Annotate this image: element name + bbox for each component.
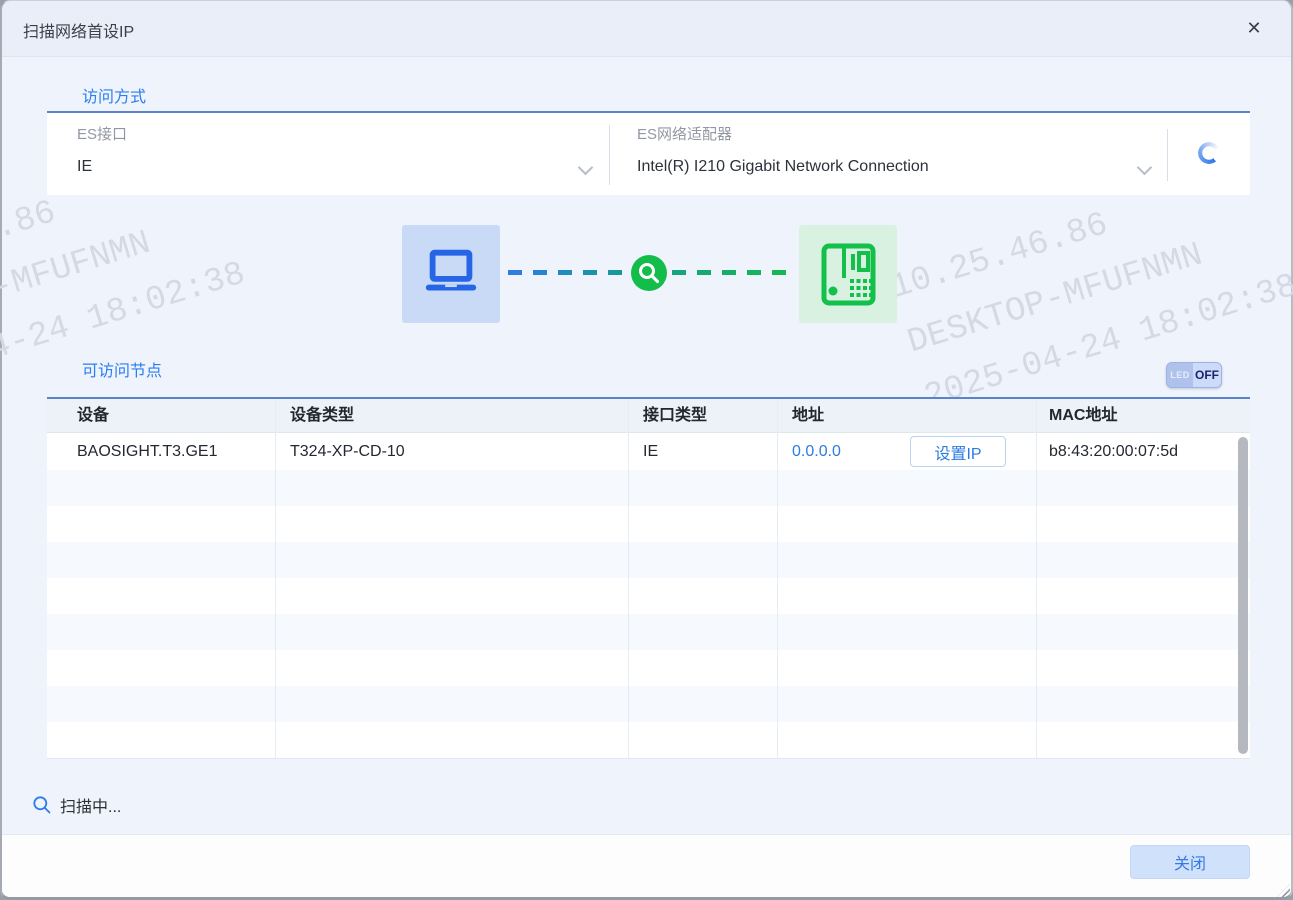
chevron-down-icon <box>1137 160 1153 176</box>
cell-mac: b8:43:20:00:07:5d <box>1049 433 1178 470</box>
close-button[interactable]: 关闭 <box>1130 845 1250 879</box>
divider <box>1167 129 1168 181</box>
dialog-footer: 关闭 <box>2 834 1291 897</box>
led-toggle[interactable]: LED OFF <box>1166 362 1222 388</box>
table-empty-row <box>47 542 1250 578</box>
divider <box>609 125 610 185</box>
table-empty-row <box>47 722 1250 758</box>
watermark-line: 2025-04-24 18:02:38 <box>0 247 253 415</box>
column-divider <box>275 399 276 758</box>
column-divider <box>1036 399 1037 758</box>
es-interface-value: IE <box>77 158 92 176</box>
es-adapter-label: ES网络适配器 <box>637 123 732 144</box>
table-empty-row <box>47 506 1250 542</box>
close-icon[interactable]: ✕ <box>1241 15 1267 41</box>
col-header-address: 地址 <box>792 399 824 433</box>
cell-interface: IE <box>643 433 658 470</box>
cell-address-link[interactable]: 0.0.0.0 <box>792 433 841 470</box>
column-divider <box>777 399 778 758</box>
accessible-nodes-section-title: 可访问节点 <box>82 357 162 381</box>
table-empty-row <box>47 686 1250 722</box>
table-empty-row <box>47 578 1250 614</box>
col-header-type: 设备类型 <box>290 399 354 433</box>
table-empty-row <box>47 650 1250 686</box>
table-empty-row <box>47 470 1250 506</box>
plc-device-icon <box>816 242 880 306</box>
nodes-table: 设备 设备类型 接口类型 地址 MAC地址 BAOSIGHT.T3.GE1 T3… <box>47 397 1250 759</box>
chevron-down-icon <box>578 160 594 176</box>
table-scrollbar[interactable] <box>1238 437 1248 754</box>
col-header-interface: 接口类型 <box>643 399 707 433</box>
laptop-icon <box>420 243 482 305</box>
column-divider <box>628 399 629 758</box>
led-toggle-state: OFF <box>1193 363 1221 387</box>
led-toggle-label: LED <box>1167 363 1193 387</box>
remote-device-tile <box>799 225 897 323</box>
dialog-titlebar: 扫描网络首设IP ✕ <box>2 1 1291 57</box>
connection-dashes-right <box>672 270 793 275</box>
screen: 10.25.46.86 DESKTOP-MFUFNMN 2025-04-24 1… <box>0 0 1293 900</box>
local-computer-tile <box>402 225 500 323</box>
access-method-section-title: 访问方式 <box>82 83 146 107</box>
set-ip-button[interactable]: 设置IP <box>910 436 1006 467</box>
table-empty-row <box>47 614 1250 650</box>
scanning-spinner-icon <box>1198 142 1220 164</box>
table-header: 设备 设备类型 接口类型 地址 MAC地址 <box>47 399 1250 433</box>
table-row[interactable]: BAOSIGHT.T3.GE1 T324-XP-CD-10 IE 0.0.0.0… <box>47 433 1250 470</box>
scan-search-icon <box>631 255 667 291</box>
watermark-line: DESKTOP-MFUFNMN <box>0 192 236 360</box>
search-icon <box>32 795 52 815</box>
scan-status: 扫描中... <box>32 793 121 817</box>
col-header-mac: MAC地址 <box>1049 399 1117 433</box>
dialog-title: 扫描网络首设IP <box>23 18 134 42</box>
cell-device: BAOSIGHT.T3.GE1 <box>77 433 217 470</box>
scan-status-text: 扫描中... <box>60 793 121 817</box>
es-interface-label: ES接口 <box>77 123 127 144</box>
col-header-device: 设备 <box>77 399 109 433</box>
access-method-panel: ES接口 IE ES网络适配器 Intel(R) I210 Gigabit Ne… <box>47 111 1250 195</box>
connection-dashes-left <box>508 270 626 275</box>
watermark-line: DESKTOP-MFUFNMN <box>901 204 1288 372</box>
cell-type: T324-XP-CD-10 <box>290 433 405 470</box>
scan-network-dialog: 10.25.46.86 DESKTOP-MFUFNMN 2025-04-24 1… <box>0 0 1293 900</box>
es-adapter-value: Intel(R) I210 Gigabit Network Connection <box>637 158 929 176</box>
